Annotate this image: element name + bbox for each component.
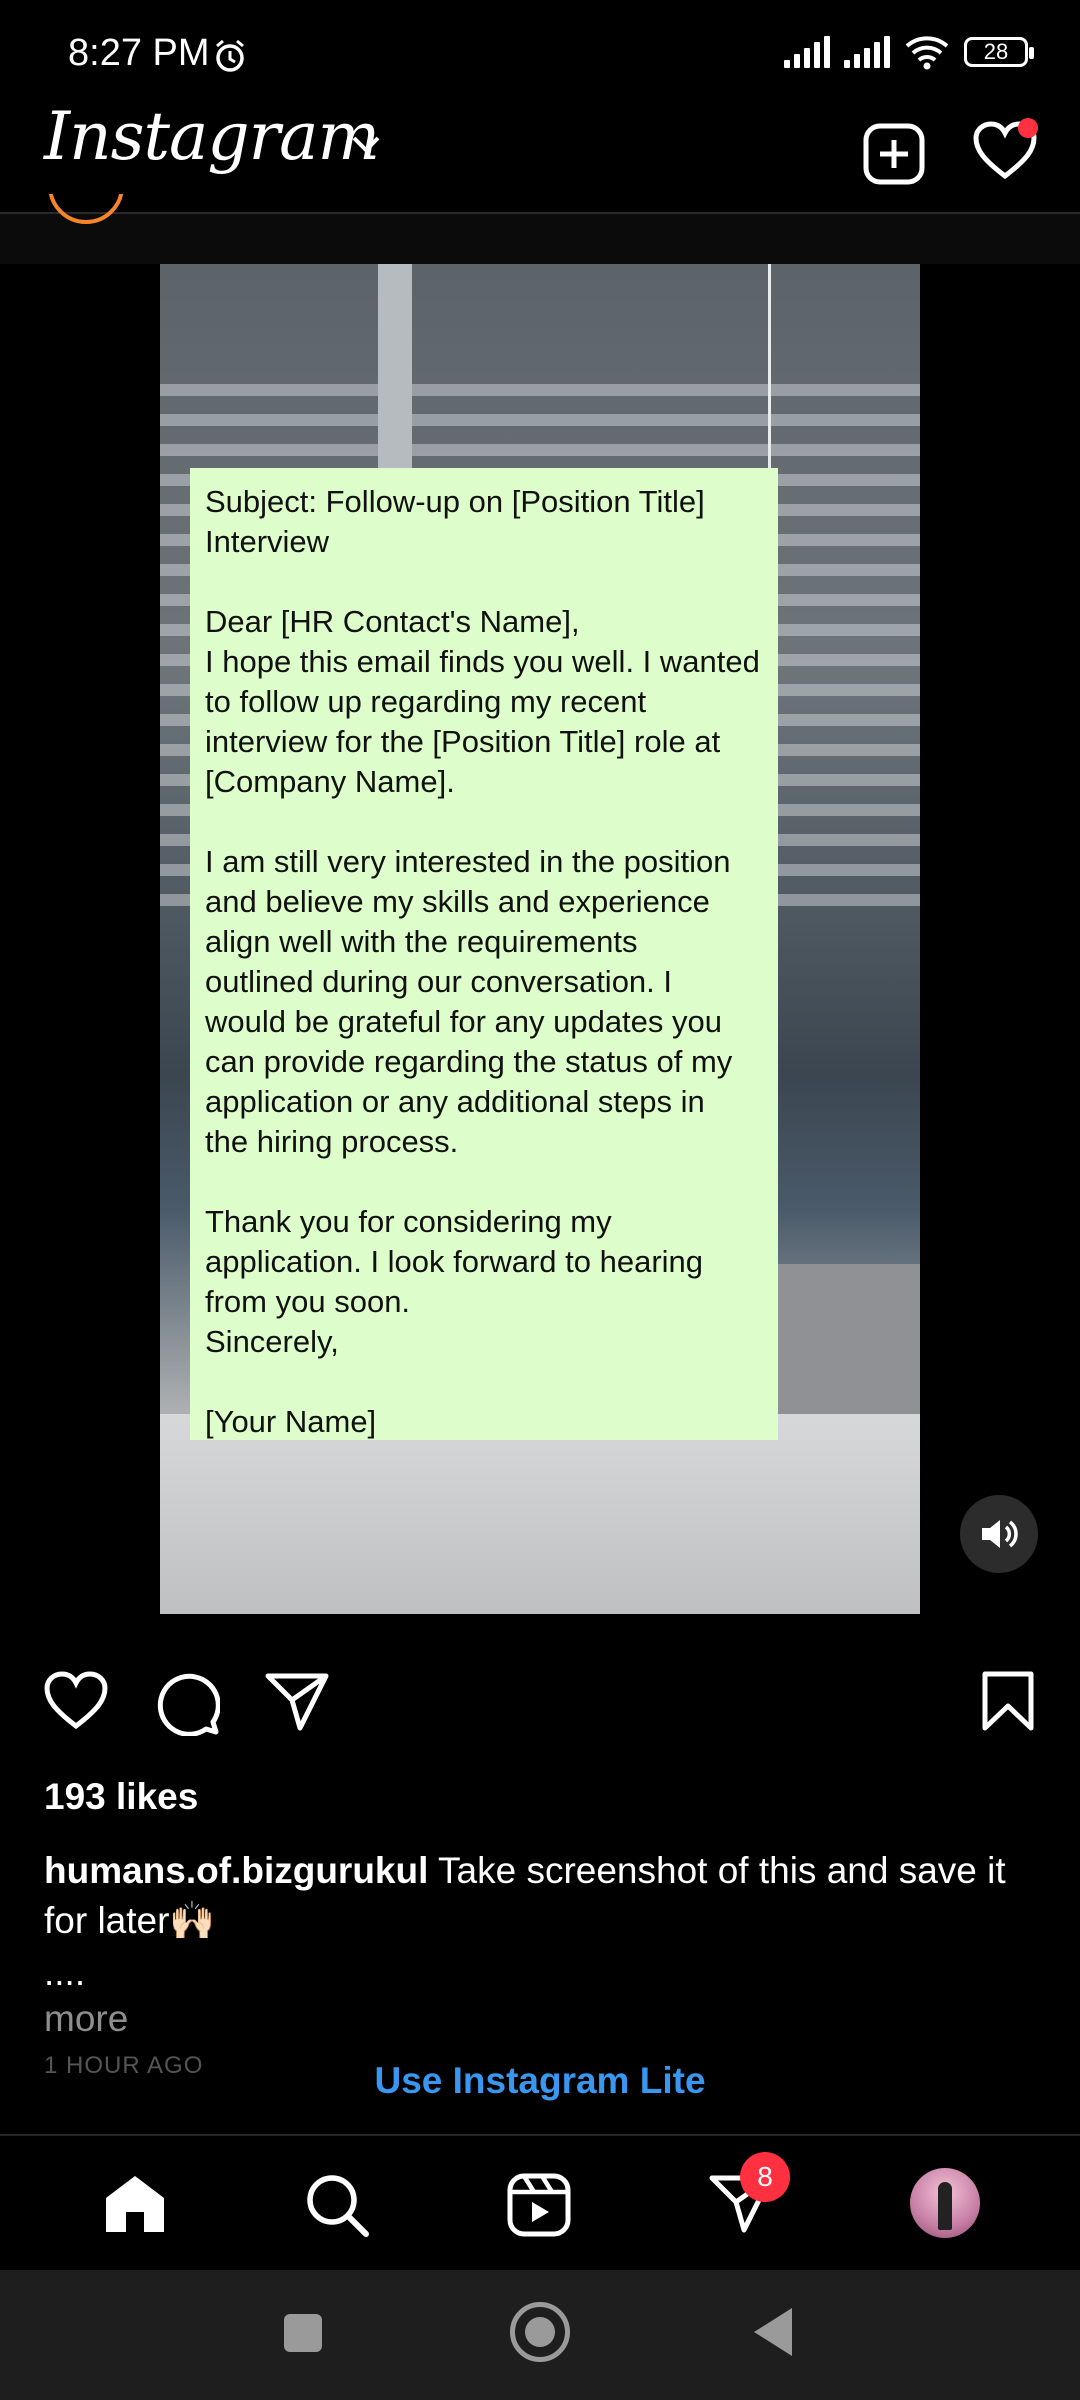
note-line: Dear [HR Contact's Name], <box>205 604 580 639</box>
system-home-button[interactable] <box>510 2302 570 2362</box>
email-template-note: Subject: Follow-up on [Position Title] I… <box>190 468 778 1440</box>
note-line: would be grateful for any updates you <box>205 1004 723 1039</box>
like-button[interactable] <box>42 1670 110 1737</box>
note-line: from you soon. <box>205 1284 411 1319</box>
system-nav-bar <box>0 2270 1080 2400</box>
mute-toggle-button[interactable] <box>960 1495 1038 1573</box>
recent-apps-button[interactable] <box>284 2314 322 2352</box>
likes-count[interactable]: 193 likes <box>44 1776 198 1818</box>
note-line: the hiring process. <box>205 1124 459 1159</box>
status-bar: 8:27 PM 28 <box>0 0 1080 90</box>
post-username[interactable]: humans.of.bizgurukul <box>44 1850 428 1891</box>
note-line: and believe my skills and experience <box>205 884 710 919</box>
heart-icon <box>44 1671 108 1730</box>
status-icons: 28 <box>784 34 1034 70</box>
note-line: [Company Name]. <box>205 764 455 799</box>
save-button[interactable] <box>980 1670 1036 1737</box>
battery-icon: 28 <box>964 37 1034 67</box>
messages-badge: 8 <box>740 2152 790 2202</box>
alarm-icon <box>212 38 248 79</box>
new-post-button[interactable] <box>862 122 926 191</box>
post-video[interactable]: Subject: Follow-up on [Position Title] I… <box>160 264 920 1614</box>
comment-button[interactable] <box>154 1670 221 1741</box>
note-line: application or any additional steps in <box>205 1084 705 1119</box>
note-line: I hope this email finds you well. I want… <box>205 644 760 679</box>
note-line: I am still very interested in the positi… <box>205 844 731 879</box>
chevron-down-icon[interactable] <box>350 134 382 159</box>
notification-dot <box>1018 118 1038 138</box>
note-line: [Your Name] <box>205 1404 377 1439</box>
note-line: interview for the [Position Title] role … <box>205 724 721 759</box>
volume-icon <box>982 1520 1018 1548</box>
send-icon <box>265 1673 329 1731</box>
note-line: can provide regarding the status of my <box>205 1044 733 1079</box>
bookmark-icon <box>982 1671 1034 1731</box>
reels-icon <box>507 2173 571 2237</box>
note-line: Interview <box>205 524 330 559</box>
note-line: application. I look forward to hearing <box>205 1244 704 1279</box>
note-line: Sincerely, <box>205 1324 339 1359</box>
back-button[interactable] <box>754 2308 792 2356</box>
comment-icon <box>157 1673 221 1737</box>
note-line: to follow up regarding my recent <box>205 684 647 719</box>
note-line: Subject: Follow-up on [Position Title] <box>205 484 705 519</box>
note-line: outlined during our conversation. I <box>205 964 673 999</box>
instagram-logo[interactable]: Instagram <box>44 98 380 175</box>
reels-tab[interactable] <box>506 2172 572 2243</box>
video-background-desk <box>160 1414 920 1614</box>
wifi-icon <box>905 36 949 70</box>
home-icon <box>106 2176 164 2232</box>
more-link[interactable]: more <box>44 1998 128 2040</box>
signal-icon-2 <box>844 36 890 68</box>
home-tab[interactable] <box>102 2172 168 2241</box>
signal-icon <box>784 36 830 68</box>
caption-ellipsis: .... <box>44 1952 86 1993</box>
previous-post-edge <box>0 214 1080 264</box>
app-header: Instagram <box>0 90 1080 214</box>
share-button[interactable] <box>264 1670 330 1737</box>
post-caption: humans.of.bizgurukul Take screenshot of … <box>44 1846 1044 1946</box>
bottom-nav: 8 <box>0 2134 1080 2272</box>
profile-avatar-tab[interactable] <box>910 2168 980 2238</box>
search-icon <box>307 2175 369 2237</box>
use-instagram-lite-link[interactable]: Use Instagram Lite <box>0 2060 1080 2102</box>
status-time: 8:27 PM <box>68 32 210 74</box>
note-line: align well with the requirements <box>205 924 638 959</box>
note-line: Thank you for considering my <box>205 1204 612 1239</box>
search-tab[interactable] <box>304 2172 370 2243</box>
previous-post-avatar[interactable] <box>48 194 124 224</box>
